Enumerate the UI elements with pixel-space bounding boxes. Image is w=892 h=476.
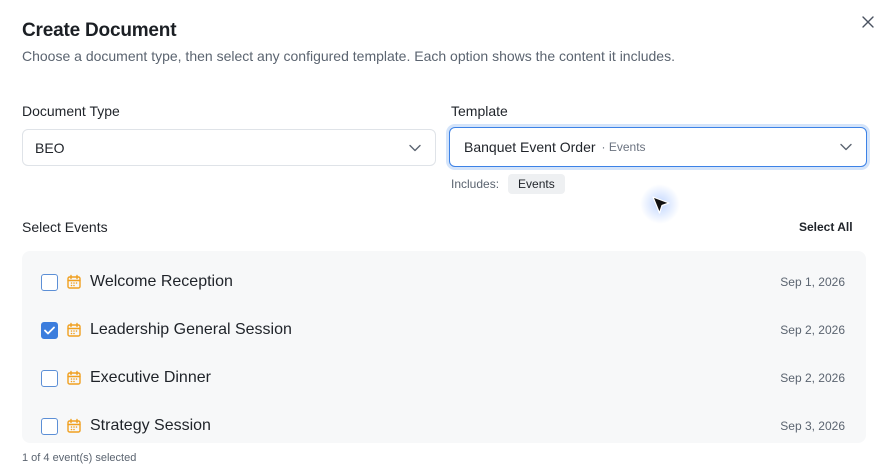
check-icon xyxy=(44,326,55,334)
dialog-subtitle: Choose a document type, then select any … xyxy=(22,48,675,64)
event-name: Strategy Session xyxy=(90,417,211,434)
chevron-down-icon xyxy=(409,144,421,152)
calendar-icon xyxy=(66,274,82,290)
template-select[interactable]: Banquet Event Order · Events xyxy=(449,127,867,167)
mouse-pointer-icon xyxy=(652,196,670,214)
document-type-value: BEO xyxy=(35,139,65,156)
calendar-icon xyxy=(66,322,82,338)
create-document-dialog: Create Document Choose a document type, … xyxy=(0,0,892,476)
event-row[interactable]: Leadership General Session Sep 2, 2026 xyxy=(22,306,866,354)
document-type-select[interactable]: BEO xyxy=(22,129,436,166)
calendar-icon xyxy=(66,370,82,386)
template-includes: Includes: Events xyxy=(451,174,565,194)
event-date: Sep 2, 2026 xyxy=(780,371,845,385)
event-checkbox[interactable] xyxy=(41,417,58,435)
dialog-title: Create Document xyxy=(22,20,177,41)
document-type-label: Document Type xyxy=(22,103,120,119)
close-button[interactable] xyxy=(858,12,878,32)
event-checkbox[interactable] xyxy=(41,273,58,291)
event-date: Sep 3, 2026 xyxy=(780,419,845,433)
event-checkbox[interactable] xyxy=(41,369,58,387)
event-row[interactable]: Welcome Reception Sep 1, 2026 xyxy=(22,258,866,306)
selection-summary: 1 of 4 event(s) selected xyxy=(22,452,137,464)
template-label: Template xyxy=(451,103,508,119)
event-name: Welcome Reception xyxy=(90,273,233,290)
chevron-down-icon xyxy=(840,143,852,151)
select-all-button[interactable]: Select All xyxy=(799,220,853,234)
calendar-icon xyxy=(66,418,82,434)
close-icon xyxy=(862,16,874,28)
select-events-label: Select Events xyxy=(22,219,108,235)
event-name: Executive Dinner xyxy=(90,369,211,386)
event-row[interactable]: Executive Dinner Sep 2, 2026 xyxy=(22,354,866,402)
event-date: Sep 1, 2026 xyxy=(780,275,845,289)
includes-label: Includes: xyxy=(451,177,500,191)
template-value: Banquet Event Order xyxy=(464,139,596,155)
event-name: Leadership General Session xyxy=(90,321,292,338)
event-date: Sep 2, 2026 xyxy=(780,323,845,337)
template-category: · Events xyxy=(601,140,646,154)
event-row[interactable]: Strategy Session Sep 3, 2026 xyxy=(22,402,866,443)
event-checkbox[interactable] xyxy=(41,321,58,339)
includes-chip: Events xyxy=(508,174,565,194)
events-list: Welcome Reception Sep 1, 2026 Leadership… xyxy=(22,251,866,443)
